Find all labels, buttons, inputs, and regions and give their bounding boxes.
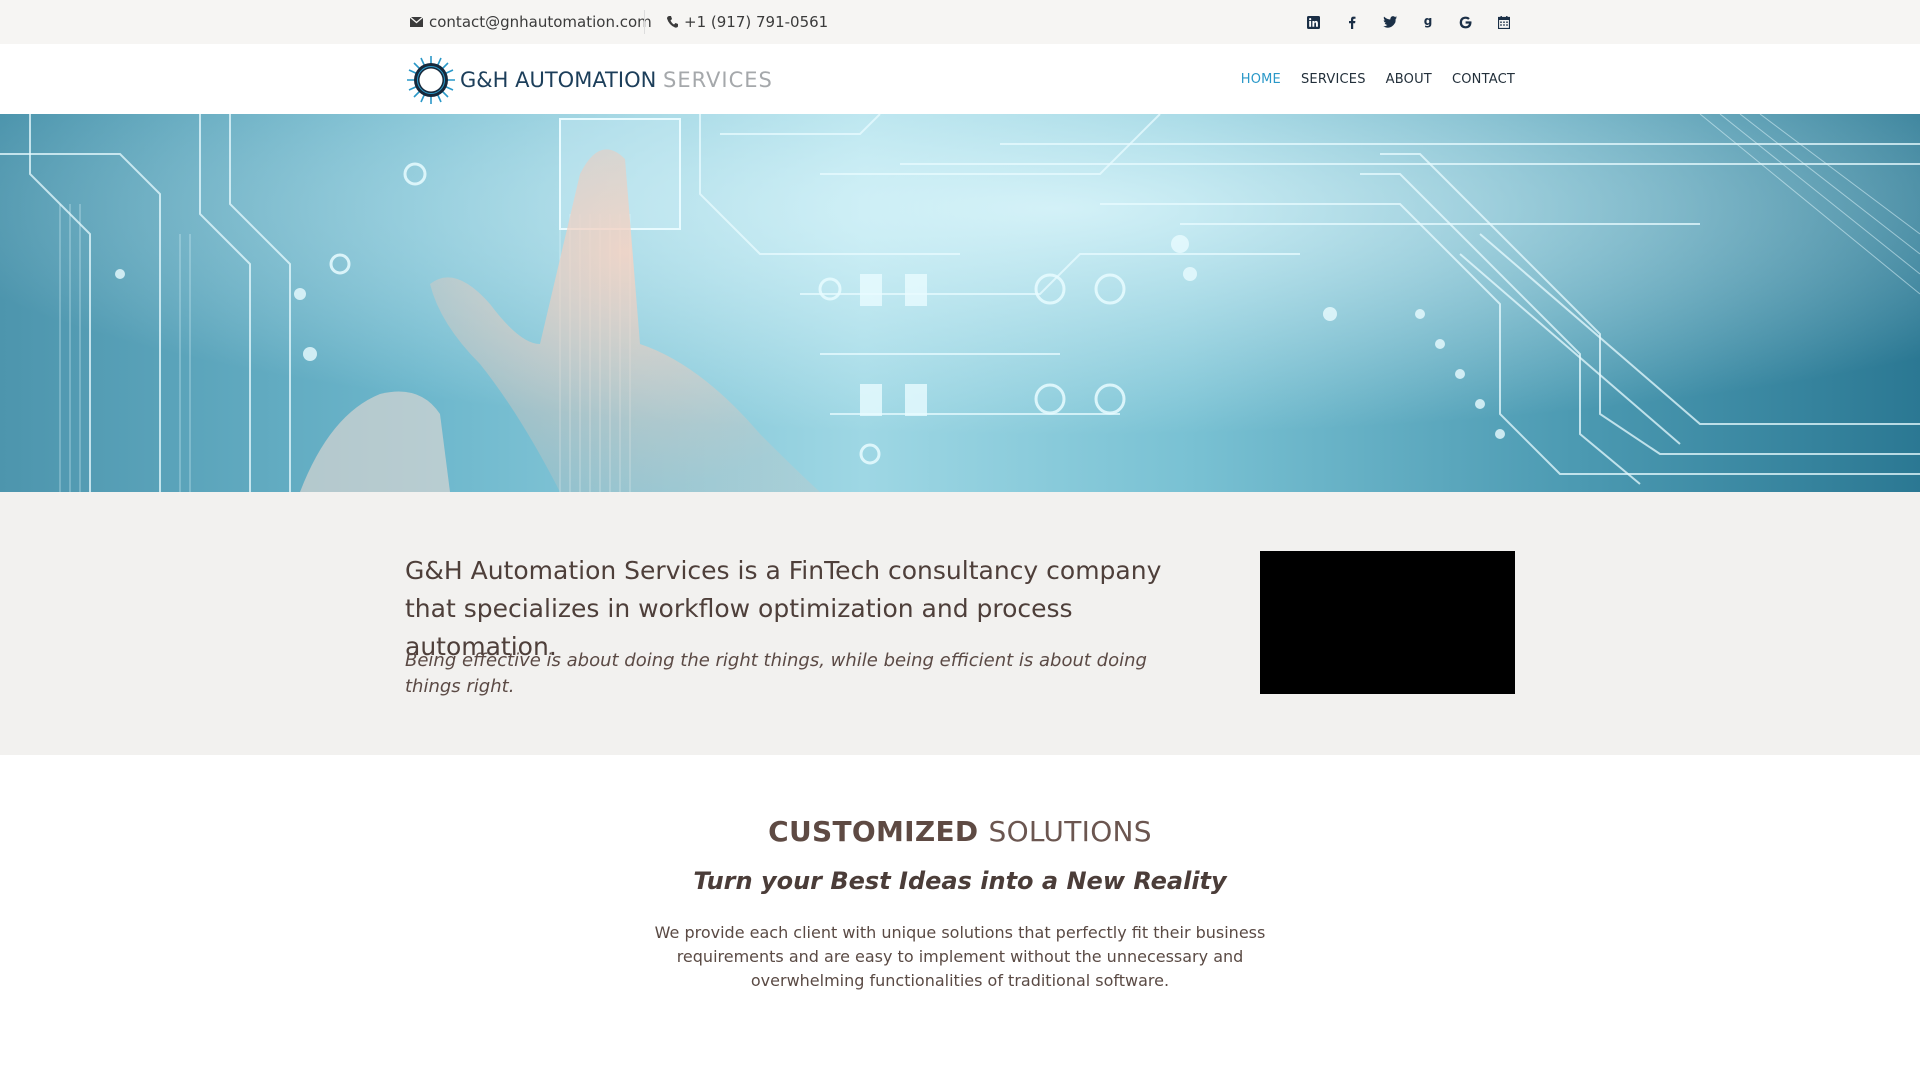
- hero-banner-image: [0, 114, 1920, 492]
- video-player[interactable]: [1260, 551, 1515, 694]
- email-text: contact@gnhautomation.com: [429, 13, 652, 31]
- linkedin-icon[interactable]: [1302, 11, 1325, 34]
- nav-home[interactable]: HOME: [1241, 72, 1281, 87]
- top-bar-inner: contact@gnhautomation.com +1 (917) 791-0…: [405, 0, 1515, 44]
- site-header: G&H AUTOMATION SERVICES HOME SERVICES AB…: [0, 44, 1920, 114]
- logo-sub-text: SERVICES: [663, 68, 773, 92]
- top-bar: contact@gnhautomation.com +1 (917) 791-0…: [0, 0, 1920, 44]
- solutions-heading-light: SOLUTIONS: [988, 815, 1152, 848]
- calendar-icon[interactable]: [1492, 11, 1515, 34]
- phone-icon: [667, 16, 678, 28]
- site-logo[interactable]: G&H AUTOMATION SERVICES: [405, 52, 773, 108]
- intro-quote-text: Being effective is about doing the right…: [405, 650, 1147, 697]
- phone-link[interactable]: +1 (917) 791-0561: [667, 0, 828, 44]
- phone-text: +1 (917) 791-0561: [684, 13, 829, 31]
- solutions-subheading: Turn your Best Ideas into a New Reality: [693, 867, 1227, 895]
- solutions-heading-strong: CUSTOMIZED: [768, 815, 979, 848]
- intro-section: G&H Automation Services is a FinTech con…: [0, 492, 1920, 755]
- envelope-icon: [410, 17, 423, 27]
- nav-services[interactable]: SERVICES: [1301, 72, 1366, 87]
- facebook-icon[interactable]: [1340, 11, 1363, 34]
- nav-about[interactable]: ABOUT: [1386, 72, 1432, 87]
- google-plus-icon[interactable]: g: [1416, 11, 1439, 34]
- logo-main-text: G&H AUTOMATION: [460, 68, 657, 92]
- social-links: g: [1302, 0, 1515, 44]
- solutions-section: CUSTOMIZED SOLUTIONS Turn your Best Idea…: [0, 755, 1920, 1080]
- solutions-heading: CUSTOMIZED SOLUTIONS: [0, 815, 1920, 848]
- logo-gear-icon: [407, 56, 455, 104]
- google-icon[interactable]: [1454, 11, 1477, 34]
- email-link[interactable]: contact@gnhautomation.com: [410, 0, 652, 44]
- contact-divider: [644, 10, 645, 34]
- solutions-body-text: We provide each client with unique solut…: [654, 923, 1266, 990]
- svg-text:g: g: [1423, 15, 1432, 28]
- nav-contact[interactable]: CONTACT: [1452, 72, 1515, 87]
- twitter-icon[interactable]: [1378, 11, 1401, 34]
- main-nav: HOME SERVICES ABOUT CONTACT: [1241, 44, 1515, 114]
